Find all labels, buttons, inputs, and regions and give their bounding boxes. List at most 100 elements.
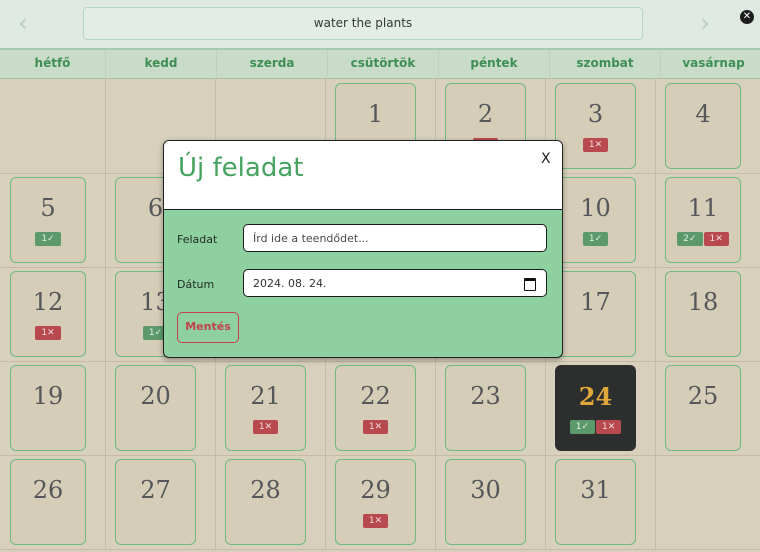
task-label: Feladat: [177, 233, 218, 246]
calendar-cell[interactable]: 30: [435, 455, 546, 550]
open-count-badge: 1✕: [35, 326, 61, 340]
day-box[interactable]: 18: [665, 271, 741, 357]
weekday-2: szerda: [217, 50, 328, 78]
done-count-badge: 1✓: [582, 232, 609, 246]
day-number: 24: [578, 382, 613, 411]
new-task-modal: Új feladat X Feladat Írd ide a teendődet…: [163, 140, 563, 358]
task-badges: 1✓ 1✕: [556, 420, 635, 434]
calendar-cell[interactable]: 31: [545, 455, 656, 550]
day-number: 23: [470, 382, 501, 410]
weekday-4: péntek: [439, 50, 550, 78]
day-box[interactable]: 3 1✕: [555, 83, 636, 169]
day-number: 27: [140, 476, 171, 504]
weekday-1: kedd: [106, 50, 217, 78]
day-box[interactable]: 19: [10, 365, 86, 451]
day-box[interactable]: 17: [555, 271, 636, 357]
open-count-badge: 1✕: [252, 420, 279, 434]
day-box[interactable]: 11 2✓ 1✕: [665, 177, 741, 263]
open-count-badge: 1✕: [362, 514, 389, 528]
day-number: 20: [140, 382, 171, 410]
top-bar: ‹ water the plants › ✕: [0, 0, 760, 50]
day-number: 21: [250, 382, 281, 410]
calendar-cell[interactable]: 19: [0, 361, 106, 456]
day-box[interactable]: 26: [10, 459, 86, 545]
close-icon[interactable]: ✕: [740, 10, 754, 24]
day-number: 25: [687, 382, 719, 410]
date-input[interactable]: 2024. 08. 24.: [243, 269, 547, 297]
day-box[interactable]: 28: [225, 459, 306, 545]
open-count-badge: 1✕: [582, 138, 609, 152]
day-box[interactable]: 4: [665, 83, 741, 169]
day-number: 18: [687, 288, 719, 316]
weekday-0: hétfő: [0, 50, 106, 78]
day-number: 26: [32, 476, 64, 504]
day-box[interactable]: 5 1✓: [10, 177, 86, 263]
day-number: 31: [580, 476, 611, 504]
day-number: 30: [470, 476, 501, 504]
day-box[interactable]: 25: [665, 365, 741, 451]
task-badges: 1✕: [226, 420, 305, 434]
day-box[interactable]: 27: [115, 459, 196, 545]
calendar-icon[interactable]: [524, 278, 536, 291]
day-box[interactable]: 23: [445, 365, 526, 451]
day-number: 4: [695, 100, 711, 128]
calendar-cell: [0, 79, 106, 174]
task-badges: 1✓: [556, 232, 635, 246]
task-badges: 1✕: [11, 326, 85, 340]
calendar-cell[interactable]: 23: [435, 361, 546, 456]
calendar-cell[interactable]: 11 2✓ 1✕: [655, 173, 760, 268]
day-number: 19: [32, 382, 64, 410]
modal-close-button[interactable]: X: [541, 151, 551, 167]
calendar-cell: [655, 455, 760, 550]
weekday-6: vasárnap: [661, 50, 760, 78]
task-badges: 1✕: [336, 420, 415, 434]
weekday-3: csütörtök: [328, 50, 439, 78]
day-box-today[interactable]: 24 1✓ 1✕: [555, 365, 636, 451]
calendar-cell[interactable]: 28: [215, 455, 326, 550]
calendar-cell[interactable]: 27: [105, 455, 216, 550]
task-badges: 1✕: [556, 138, 635, 152]
open-count-badge: 1✕: [596, 420, 622, 434]
weekday-header: hétfő kedd szerda csütörtök péntek szombat vas…: [0, 50, 760, 79]
day-number: 1: [367, 100, 384, 128]
calendar-cell[interactable]: 21 1✕: [215, 361, 326, 456]
day-box[interactable]: 20: [115, 365, 196, 451]
calendar-cell[interactable]: 22 1✕: [325, 361, 436, 456]
chevron-right-icon[interactable]: ›: [690, 8, 720, 38]
weekday-5: szombat: [550, 50, 661, 78]
day-box[interactable]: 10 1✓: [555, 177, 636, 263]
day-box[interactable]: 29 1✕: [335, 459, 416, 545]
calendar-cell[interactable]: 20: [105, 361, 216, 456]
day-box[interactable]: 22 1✕: [335, 365, 416, 451]
date-value: 2024. 08. 24.: [253, 277, 327, 290]
task-badges: 1✕: [336, 514, 415, 528]
task-input[interactable]: Írd ide a teendődet...: [243, 224, 547, 252]
chevron-left-icon[interactable]: ‹: [8, 8, 38, 38]
done-count-badge: 1✓: [569, 420, 595, 434]
calendar-cell[interactable]: 18: [655, 267, 760, 362]
calendar-cell[interactable]: 12 1✕: [0, 267, 106, 362]
calendar-cell[interactable]: 24 1✓ 1✕: [545, 361, 656, 456]
day-number: 11: [687, 194, 719, 222]
calendar-cell[interactable]: 5 1✓: [0, 173, 106, 268]
calendar-cell[interactable]: 26: [0, 455, 106, 550]
day-number: 3: [587, 100, 604, 128]
task-title-display[interactable]: water the plants: [83, 7, 643, 40]
day-number: 17: [580, 288, 611, 316]
day-box[interactable]: 30: [445, 459, 526, 545]
day-box[interactable]: 31: [555, 459, 636, 545]
calendar-cell[interactable]: 25: [655, 361, 760, 456]
day-number: 22: [360, 382, 391, 410]
day-number: 28: [250, 476, 281, 504]
task-badges: 1✓: [11, 232, 85, 246]
task-badges: 2✓ 1✕: [666, 232, 740, 246]
modal-header: Új feladat X: [164, 141, 562, 210]
modal-title: Új feladat: [178, 153, 304, 183]
calendar-cell[interactable]: 4: [655, 79, 760, 174]
done-count-badge: 2✓: [677, 232, 703, 246]
calendar-cell[interactable]: 29 1✕: [325, 455, 436, 550]
day-box[interactable]: 12 1✕: [10, 271, 86, 357]
day-box[interactable]: 21 1✕: [225, 365, 306, 451]
save-button[interactable]: Mentés: [177, 312, 239, 343]
open-count-badge: 1✕: [362, 420, 389, 434]
